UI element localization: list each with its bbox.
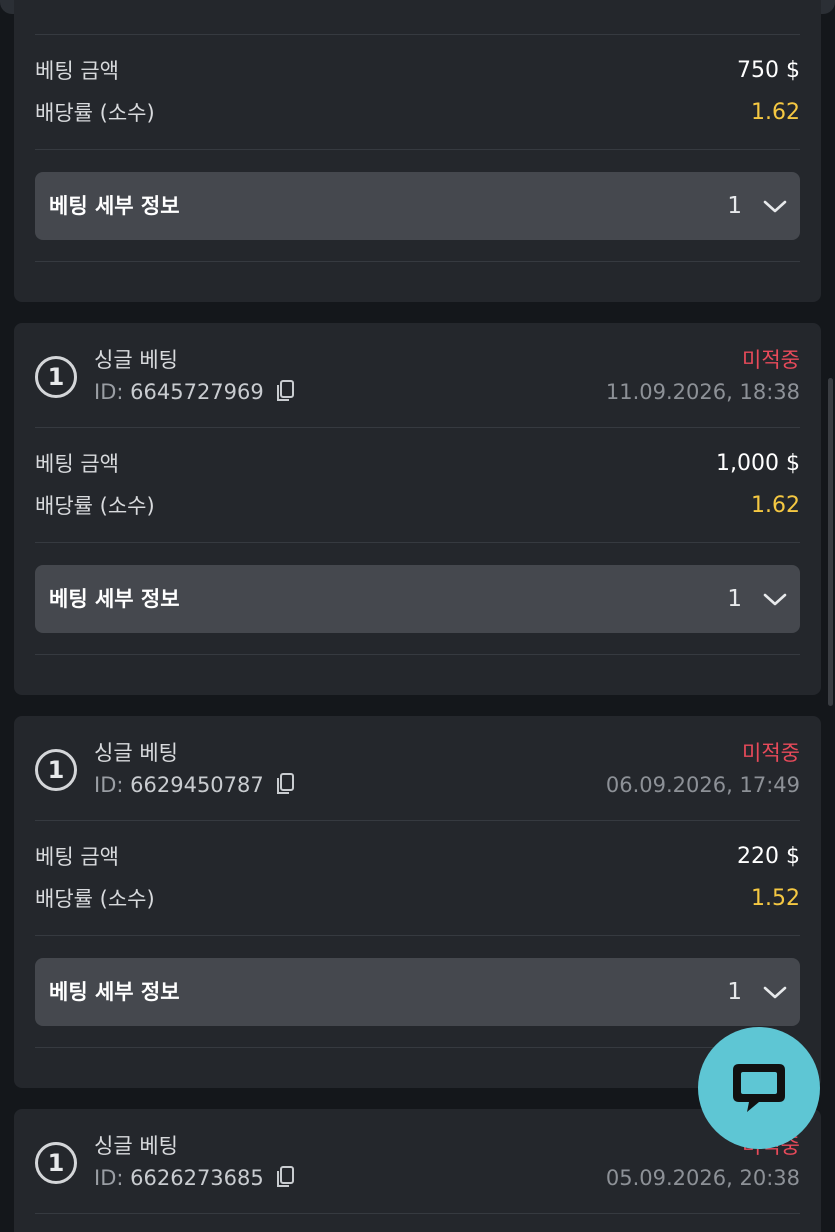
bet-details-label: 베팅 세부 정보 <box>49 194 180 218</box>
bet-card: 베팅 금액 750 $ 배당률 (소수) 1.62 베팅 세부 정보 1 <box>14 0 821 302</box>
divider <box>35 935 800 936</box>
divider <box>35 149 800 150</box>
bet-id-number: 6626273685 <box>130 1166 264 1190</box>
selection-count: 1 <box>727 586 742 612</box>
bet-type: 싱글 베팅 <box>94 741 178 765</box>
id-prefix: ID: <box>94 1166 124 1190</box>
amount-label: 베팅 금액 <box>35 845 119 869</box>
bet-card: 1 싱글 베팅 ID: 6626273685 미적중 05.09.2026, 2… <box>14 1109 821 1232</box>
divider <box>35 1047 800 1048</box>
amount-label: 베팅 금액 <box>35 59 119 83</box>
divider <box>35 427 800 428</box>
odds-label: 배당률 (소수) <box>35 101 155 125</box>
amount-row: 베팅 금액 750 $ <box>35 54 800 88</box>
chevron-down-icon <box>763 200 787 213</box>
odds-label: 배당률 (소수) <box>35 887 155 911</box>
bet-details-toggle[interactable]: 베팅 세부 정보 1 <box>35 958 800 1026</box>
divider <box>35 820 800 821</box>
amount-value: 750 $ <box>737 58 800 83</box>
selection-count: 1 <box>727 979 742 1005</box>
copy-icon[interactable] <box>275 379 295 403</box>
bet-details-toggle[interactable]: 베팅 세부 정보 1 <box>35 565 800 633</box>
selection-badge: 1 <box>35 356 77 398</box>
amount-value: 1,000 $ <box>716 451 800 476</box>
copy-icon[interactable] <box>275 1165 295 1189</box>
copy-icon[interactable] <box>275 772 295 796</box>
chevron-down-icon <box>763 593 787 606</box>
chat-button[interactable] <box>698 1027 820 1149</box>
amount-row: 베팅 금액 1,000 $ <box>35 447 800 481</box>
id-prefix: ID: <box>94 380 124 404</box>
bet-datetime: 11.09.2026, 18:38 <box>605 380 800 404</box>
selection-count: 1 <box>727 193 742 219</box>
bet-type: 싱글 베팅 <box>94 348 178 372</box>
bet-id-number: 6645727969 <box>130 380 264 404</box>
status-badge: 미적중 <box>742 348 800 372</box>
divider <box>35 654 800 655</box>
bet-type: 싱글 베팅 <box>94 1134 178 1158</box>
odds-row: 배당률 (소수) 1.62 <box>35 489 800 523</box>
bet-card: 1 싱글 베팅 ID: 6629450787 미적중 06.09.2026, 1… <box>14 716 821 1088</box>
chat-bubble-icon <box>733 1064 785 1112</box>
bet-details-toggle[interactable]: 베팅 세부 정보 1 <box>35 172 800 240</box>
status-badge: 미적중 <box>742 741 800 765</box>
bet-id-number: 6629450787 <box>130 773 264 797</box>
bet-id: ID: 6645727969 <box>94 377 264 407</box>
selection-badge: 1 <box>35 749 77 791</box>
bet-details-label: 베팅 세부 정보 <box>49 587 180 611</box>
odds-row: 배당률 (소수) 1.62 <box>35 96 800 130</box>
amount-row: 베팅 금액 220 $ <box>35 840 800 874</box>
bet-card: 1 싱글 베팅 ID: 6645727969 미적중 11.09.2026, 1… <box>14 323 821 695</box>
odds-row: 배당률 (소수) 1.52 <box>35 882 800 916</box>
bet-datetime: 05.09.2026, 20:38 <box>605 1166 800 1190</box>
selection-badge: 1 <box>35 1142 77 1184</box>
divider <box>35 34 800 35</box>
divider <box>35 1213 800 1214</box>
odds-value: 1.52 <box>751 886 800 911</box>
chevron-down-icon <box>763 986 787 999</box>
odds-value: 1.62 <box>751 493 800 518</box>
amount-value: 220 $ <box>737 844 800 869</box>
id-prefix: ID: <box>94 773 124 797</box>
bet-id: ID: 6626273685 <box>94 1163 264 1193</box>
bet-id: ID: 6629450787 <box>94 770 264 800</box>
scrollbar[interactable] <box>828 378 833 706</box>
bet-details-label: 베팅 세부 정보 <box>49 980 180 1004</box>
amount-label: 베팅 금액 <box>35 452 119 476</box>
odds-label: 배당률 (소수) <box>35 494 155 518</box>
bet-datetime: 06.09.2026, 17:49 <box>605 773 800 797</box>
divider <box>35 542 800 543</box>
odds-value: 1.62 <box>751 100 800 125</box>
divider <box>35 261 800 262</box>
